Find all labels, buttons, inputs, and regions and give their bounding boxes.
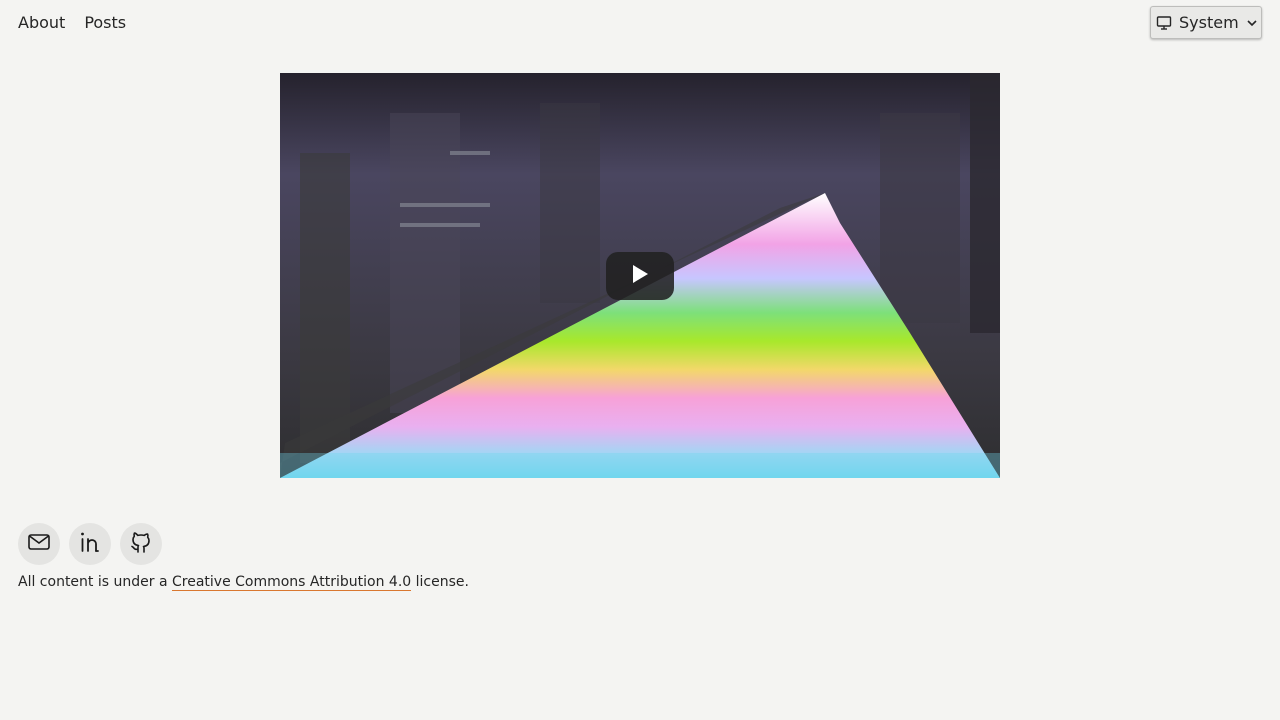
- nav-posts-link[interactable]: Posts: [84, 11, 126, 35]
- play-button[interactable]: [606, 252, 674, 300]
- nav-about-link[interactable]: About: [18, 11, 65, 35]
- social-links: [18, 523, 162, 565]
- monitor-icon: [1156, 15, 1172, 31]
- play-icon: [630, 264, 650, 288]
- linkedin-link[interactable]: [69, 523, 111, 565]
- theme-select-value: System: [1179, 13, 1239, 32]
- github-link[interactable]: [120, 523, 162, 565]
- top-nav: About Posts: [18, 11, 126, 35]
- license-notice: All content is under a Creative Commons …: [18, 572, 469, 592]
- linkedin-icon: [78, 530, 102, 558]
- theme-select[interactable]: System: [1150, 6, 1262, 39]
- license-link[interactable]: Creative Commons Attribution 4.0: [171, 574, 412, 591]
- embedded-video[interactable]: [280, 73, 1000, 478]
- chevron-down-icon: [1246, 17, 1258, 29]
- github-icon: [129, 530, 153, 558]
- email-link[interactable]: [18, 523, 60, 565]
- mail-icon: [27, 530, 51, 558]
- license-suffix: license.: [411, 574, 469, 590]
- license-prefix: All content is under a: [18, 574, 172, 590]
